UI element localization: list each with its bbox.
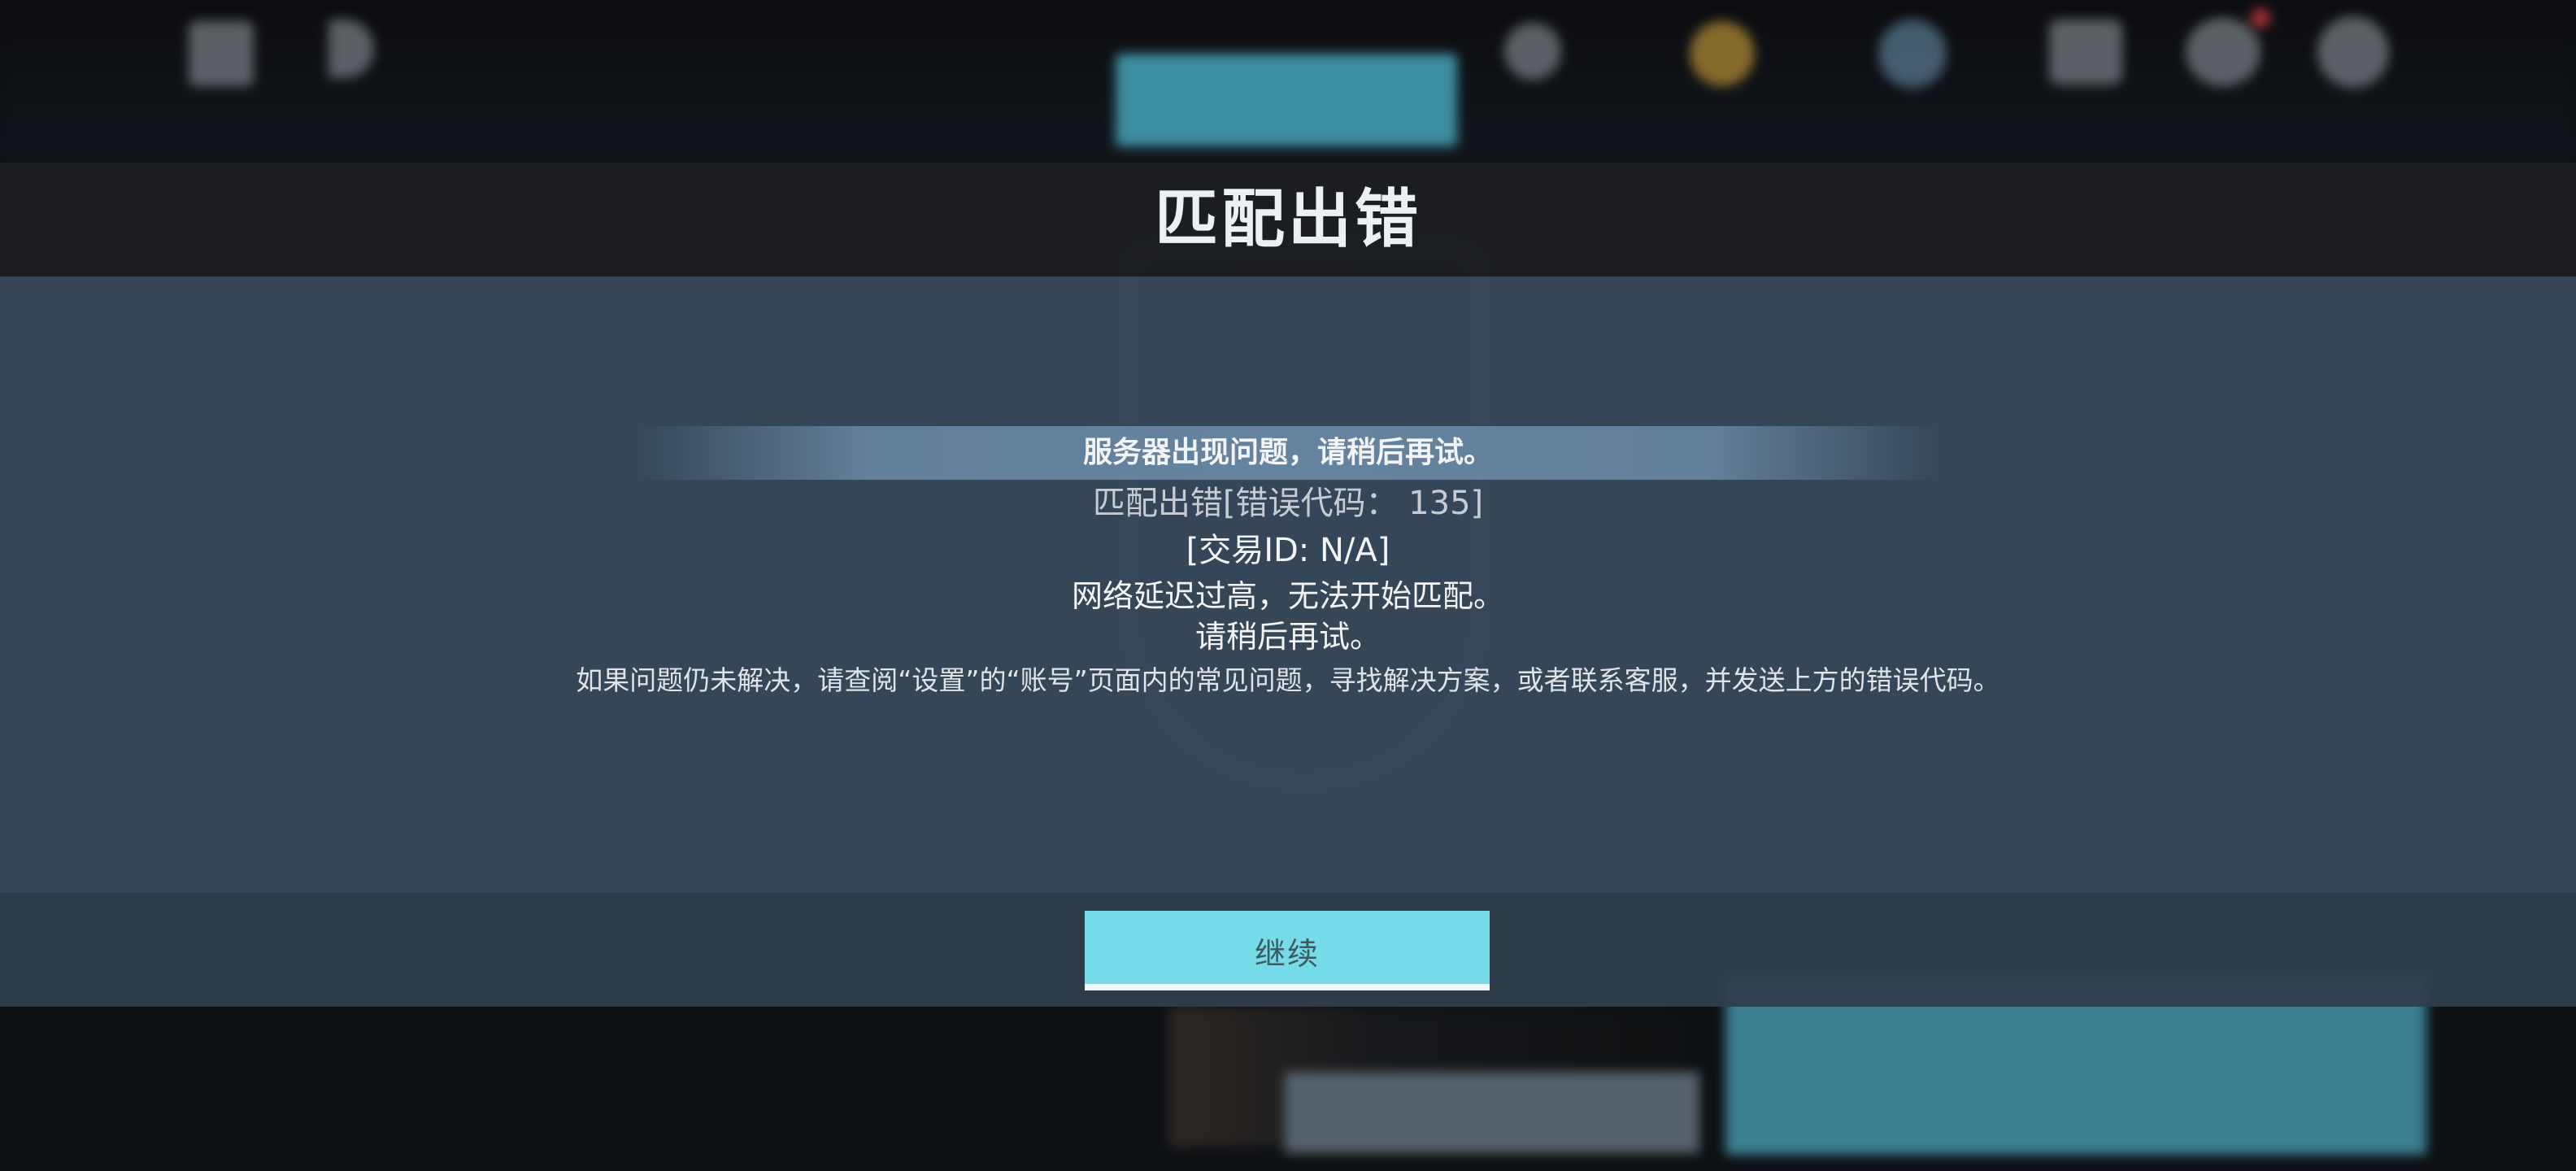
background-tab	[1116, 54, 1457, 146]
transaction-id-line: [交易ID: N/A]	[1186, 532, 1390, 569]
settings-icon	[2317, 16, 2389, 88]
dialog-footer: 继续	[0, 893, 2576, 1007]
error-headline: 服务器出现问题，请稍后再试。	[1082, 436, 1493, 469]
game-screen: 匹配出错 服务器出现问题，请稍后再试。 匹配出错[错误代码： 135] [交易I…	[0, 0, 2576, 1171]
error-code-line: 匹配出错[错误代码： 135]	[1092, 485, 1484, 522]
background-secondary-button	[1285, 1072, 1699, 1153]
help-message: 如果问题仍未解决，请查阅“设置”的“账号”页面内的常见问题，寻找解决方案，或者联…	[576, 664, 2000, 696]
dialog-title: 匹配出错	[1154, 183, 1421, 256]
network-latency-message: 网络延迟过高，无法开始匹配。	[1071, 578, 1504, 614]
home-icon	[189, 21, 254, 86]
globe-icon	[1878, 20, 1947, 88]
dialog-body: 服务器出现问题，请稍后再试。 匹配出错[错误代码： 135] [交易ID: N/…	[0, 276, 2576, 893]
notification-dot-icon	[2251, 8, 2270, 28]
continue-button[interactable]: 继续	[1085, 911, 1490, 990]
chat-icon	[2186, 18, 2261, 86]
dialog-header: 匹配出错	[0, 163, 2576, 276]
retry-message: 请稍后再试。	[1194, 619, 1381, 655]
pencil-icon	[1504, 23, 1561, 80]
cards-icon	[2049, 20, 2122, 85]
coin-icon	[1690, 21, 1755, 86]
